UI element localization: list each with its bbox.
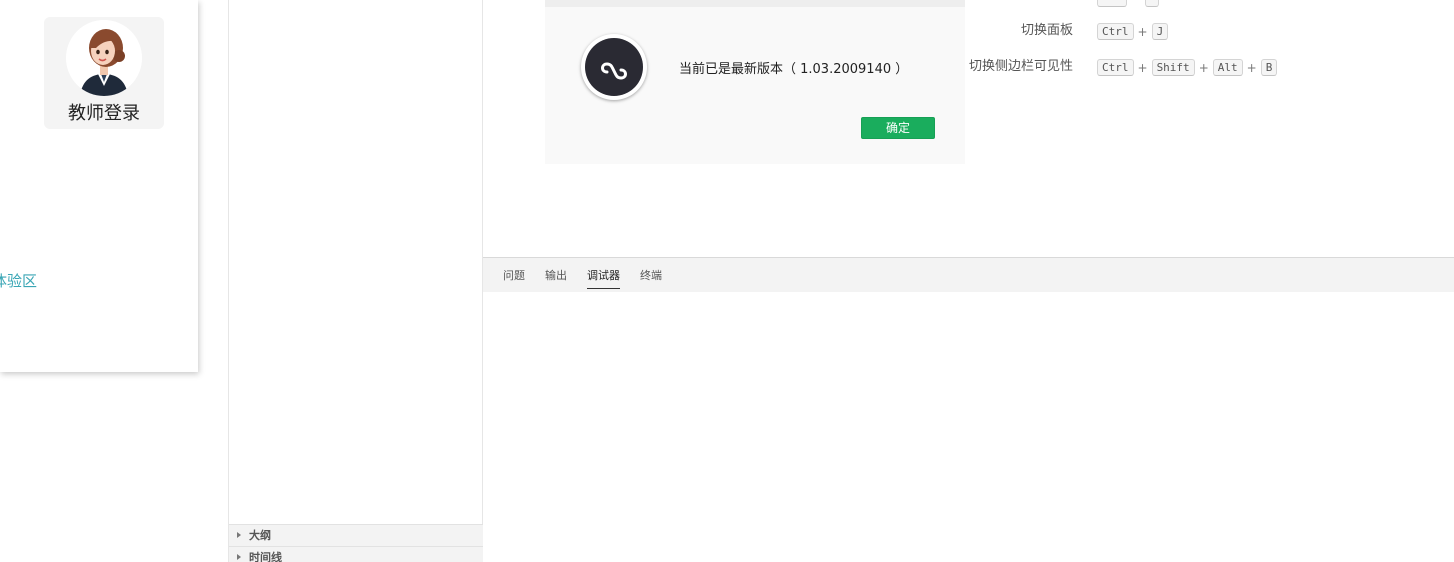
mini-program-logo-icon xyxy=(581,34,647,100)
key-cap xyxy=(1097,0,1127,7)
panel-tab-bar: 问题 输出 调试器 终端 xyxy=(483,258,1454,292)
tab-problems[interactable]: 问题 xyxy=(503,267,525,288)
key-b: B xyxy=(1260,59,1278,76)
tab-output[interactable]: 输出 xyxy=(545,267,567,288)
simulator-area: 教师登录 体验区 xyxy=(0,0,228,562)
about-dialog: 当前已是最新版本（ 1.03.2009140 ） 确定 xyxy=(545,0,965,164)
shortcut-label: 切换侧边栏可见性 xyxy=(968,59,1073,74)
editor-area: 当前已是最新版本（ 1.03.2009140 ） 确定 + 切换面板 Ctrl … xyxy=(483,0,1454,257)
tab-debugger[interactable]: 调试器 xyxy=(587,267,620,289)
tab-terminal[interactable]: 终端 xyxy=(640,267,662,288)
plus-sign: + xyxy=(1137,24,1148,39)
version-message: 当前已是最新版本（ 1.03.2009140 ） xyxy=(679,62,909,77)
experience-zone-link[interactable]: 体验区 xyxy=(0,270,37,291)
caret-right-icon xyxy=(237,532,241,538)
key-cap xyxy=(1145,0,1160,7)
key-shift: Shift xyxy=(1151,59,1195,76)
key-ctrl: Ctrl xyxy=(1097,59,1134,76)
key-alt: Alt xyxy=(1212,59,1243,76)
teacher-avatar xyxy=(66,20,142,96)
simulator-phone: 教师登录 体验区 xyxy=(0,0,198,372)
section-label: 大纲 xyxy=(249,529,271,542)
teacher-login-button[interactable]: 教师登录 xyxy=(44,17,164,129)
teacher-login-label: 教师登录 xyxy=(68,103,140,124)
shortcut-row-partial: + xyxy=(963,0,1443,8)
shortcut-row-toggle-panel: 切换面板 Ctrl + J xyxy=(963,21,1443,41)
explorer-section-outline[interactable]: 大纲 xyxy=(229,524,483,546)
key-j: J xyxy=(1151,23,1169,40)
key-ctrl: Ctrl xyxy=(1097,23,1134,40)
plus-sign: + xyxy=(1198,60,1209,75)
confirm-button[interactable]: 确定 xyxy=(861,117,935,139)
caret-right-icon xyxy=(237,554,241,560)
plus-sign: + xyxy=(1246,60,1257,75)
section-label: 时间线 xyxy=(249,551,282,562)
bottom-panel: 问题 输出 调试器 终端 xyxy=(483,257,1454,562)
explorer-panel: 大纲 时间线 xyxy=(228,0,483,562)
shortcut-row-toggle-sidebar: 切换侧边栏可见性 Ctrl + Shift + Alt + B xyxy=(963,57,1443,77)
devtools-window: 教师登录 体验区 大纲 时间线 当前已是最新版本（ 1.03.2 xyxy=(0,0,1454,562)
plus-sign: + xyxy=(1137,60,1148,75)
explorer-section-timeline[interactable]: 时间线 xyxy=(229,546,483,562)
shortcut-list: + 切换面板 Ctrl + J 切换侧边栏可见性 Ctrl + Shift + xyxy=(963,0,1443,100)
dialog-header xyxy=(545,0,965,7)
shortcut-label: 切换面板 xyxy=(1020,23,1073,38)
